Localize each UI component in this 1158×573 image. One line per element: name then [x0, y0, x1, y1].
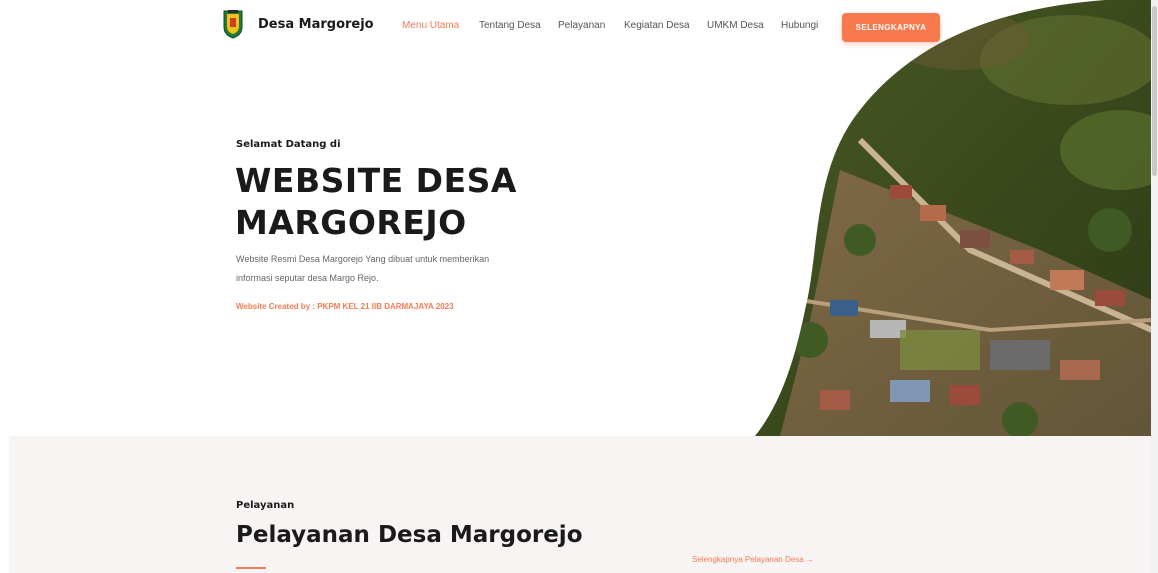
- hero-description: Website Resmi Desa Margorejo Yang dibuat…: [236, 250, 536, 288]
- services-section: Pelayanan Pelayanan Desa Margorejo Selen…: [9, 436, 1152, 573]
- hero-description-line-2: informasi seputar desa Margo Rejo.: [236, 273, 379, 283]
- hero-title: WEBSITE DESA MARGOREJO: [235, 160, 517, 244]
- hero-village-image: [755, 0, 1152, 436]
- title-underline: [236, 567, 266, 569]
- nav-item-menu-utama[interactable]: Menu Utama: [402, 20, 459, 31]
- arrow-right-icon: →: [805, 555, 814, 564]
- brand-name[interactable]: Desa Margorejo: [258, 17, 374, 32]
- services-more-link[interactable]: Selengkapnya Pelayanan Desa →: [692, 555, 814, 564]
- services-eyebrow: Pelayanan: [236, 500, 295, 511]
- hero-title-line-2: MARGOREJO: [235, 203, 467, 242]
- nav-item-kegiatan-desa[interactable]: Kegiatan Desa: [624, 20, 690, 31]
- scrollbar-thumb[interactable]: [1152, 6, 1157, 176]
- nav-item-pelayanan[interactable]: Pelayanan: [558, 20, 605, 31]
- credit-text: Website Created by : PKPM KEL 21 IIB DAR…: [236, 302, 454, 311]
- village-emblem-icon[interactable]: [222, 9, 244, 39]
- hero-title-line-1: WEBSITE DESA: [235, 161, 517, 200]
- welcome-text: Selamat Datang di: [236, 139, 341, 150]
- nav-item-tentang-desa[interactable]: Tentang Desa: [479, 20, 541, 31]
- services-link-label: Selengkapnya Pelayanan Desa: [692, 555, 804, 564]
- hero-description-line-1: Website Resmi Desa Margorejo Yang dibuat…: [236, 254, 490, 264]
- services-title: Pelayanan Desa Margorejo: [236, 522, 583, 548]
